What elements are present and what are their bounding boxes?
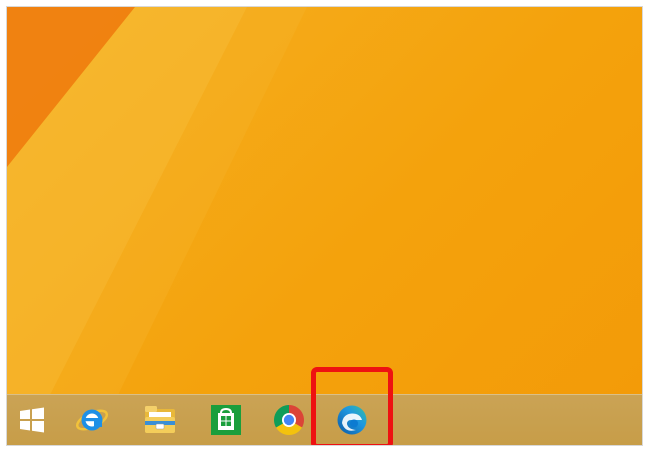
screenshot-frame	[6, 6, 643, 446]
chrome-button[interactable]	[266, 397, 312, 443]
folder-icon	[145, 406, 175, 433]
internet-explorer-button[interactable]	[69, 397, 115, 443]
chrome-icon	[274, 405, 304, 435]
start-button[interactable]	[9, 397, 55, 443]
edge-button[interactable]	[329, 397, 375, 443]
internet-explorer-icon	[75, 409, 109, 431]
taskbar	[7, 367, 642, 445]
file-explorer-button[interactable]	[137, 397, 183, 443]
desktop-wallpaper	[7, 7, 642, 445]
windows-logo-icon	[20, 407, 44, 433]
edge-icon	[337, 405, 367, 435]
wallpaper-shapes	[7, 7, 307, 397]
store-icon	[211, 405, 241, 435]
store-button[interactable]	[203, 397, 249, 443]
